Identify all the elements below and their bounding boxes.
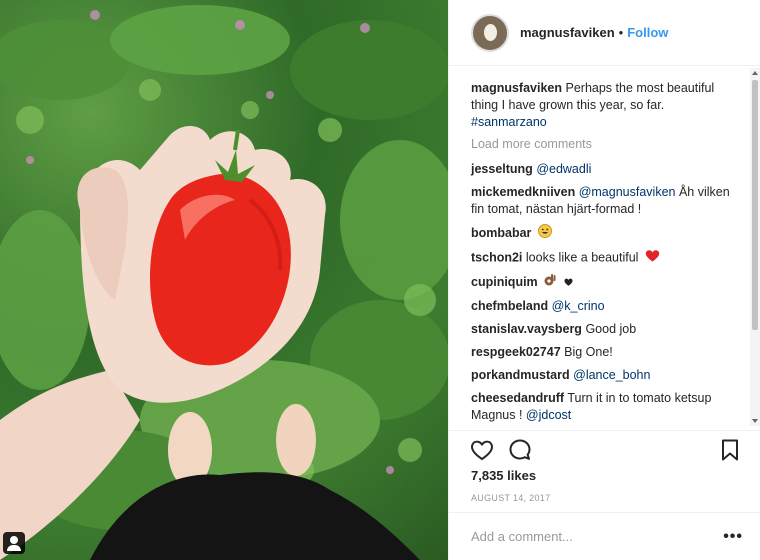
comment-input[interactable]: [471, 529, 724, 544]
photo-illustration: [0, 5, 448, 560]
list-item: respgeek02747 Big One!: [471, 344, 741, 361]
list-item: porkandmustard @lance_bohn: [471, 367, 741, 384]
list-item: bombabar: [471, 224, 741, 243]
add-comment-bar: •••: [449, 512, 760, 560]
comment-username[interactable]: chefmbeland: [471, 299, 548, 313]
comment-username[interactable]: respgeek02747: [471, 345, 561, 359]
post-header: magnusfaviken • Follow: [449, 0, 760, 66]
comments-list: magnusfaviken Perhaps the most beautiful…: [449, 68, 760, 428]
list-item: tschon2i looks like a beautiful: [471, 249, 741, 267]
list-item: chefmbeland @k_crino: [471, 298, 741, 315]
follow-button[interactable]: Follow: [627, 25, 668, 40]
comment-username[interactable]: mickemedkniiven: [471, 185, 575, 199]
caption: magnusfaviken Perhaps the most beautiful…: [471, 80, 741, 131]
bookmark-icon[interactable]: [717, 437, 745, 465]
separator-dot: •: [618, 25, 624, 40]
caption-hashtag[interactable]: #sanmarzano: [471, 115, 547, 129]
comment-username[interactable]: tschon2i: [471, 250, 522, 264]
post-side-panel: magnusfaviken • Follow magnusfaviken Per…: [448, 0, 760, 560]
more-options-icon[interactable]: •••: [723, 528, 743, 546]
scrollbar-thumb[interactable]: [752, 80, 758, 330]
owner-username[interactable]: magnusfaviken: [520, 25, 615, 40]
post-photo[interactable]: [0, 0, 448, 560]
list-item: cheesedandruff Turn it in to tomato kets…: [471, 390, 741, 424]
grinning-face-icon: [537, 224, 552, 243]
action-bar: [449, 430, 760, 470]
likes-count[interactable]: 7,835 likes: [471, 468, 536, 483]
avatar[interactable]: [471, 13, 509, 52]
comment-mention[interactable]: @edwadli: [536, 162, 591, 176]
comment-mention[interactable]: @magnusfaviken: [579, 185, 676, 199]
comment-username[interactable]: cheesedandruff: [471, 391, 564, 405]
ok-hand-icon: [544, 273, 557, 292]
list-item: stanislav.vaysberg Good job: [471, 321, 741, 338]
comment-icon[interactable]: [507, 437, 535, 465]
load-more-comments-link[interactable]: Load more comments: [471, 137, 741, 151]
caption-username[interactable]: magnusfaviken: [471, 81, 562, 95]
heart-icon[interactable]: [469, 437, 497, 465]
comment-username[interactable]: jesseltung: [471, 162, 533, 176]
comment-username[interactable]: bombabar: [471, 226, 531, 240]
tag-user-icon[interactable]: [3, 532, 25, 554]
comment-text: Big One!: [564, 345, 613, 359]
list-item: mickemedkniiven @magnusfaviken Åh vilken…: [471, 184, 741, 218]
comment-username[interactable]: stanislav.vaysberg: [471, 322, 582, 336]
scroll-down-arrow-icon[interactable]: [752, 419, 758, 423]
red-heart-icon: [645, 249, 660, 267]
comment-text: looks like a beautiful: [525, 250, 639, 265]
black-heart-icon: [564, 274, 573, 291]
list-item: jesseltung @edwadli: [471, 161, 741, 178]
comment-username[interactable]: cupiniquim: [471, 275, 538, 289]
comment-mention[interactable]: @jdcost: [526, 408, 571, 422]
comment-mention[interactable]: @lance_bohn: [573, 368, 650, 382]
post-date[interactable]: AUGUST 14, 2017: [471, 493, 550, 503]
comments-scrollbar[interactable]: [750, 68, 760, 426]
scroll-up-arrow-icon[interactable]: [752, 71, 758, 75]
comment-username[interactable]: porkandmustard: [471, 368, 570, 382]
comment-text: Good job: [585, 322, 637, 336]
comment-mention[interactable]: @k_crino: [552, 299, 605, 313]
list-item: cupiniquim: [471, 273, 741, 292]
